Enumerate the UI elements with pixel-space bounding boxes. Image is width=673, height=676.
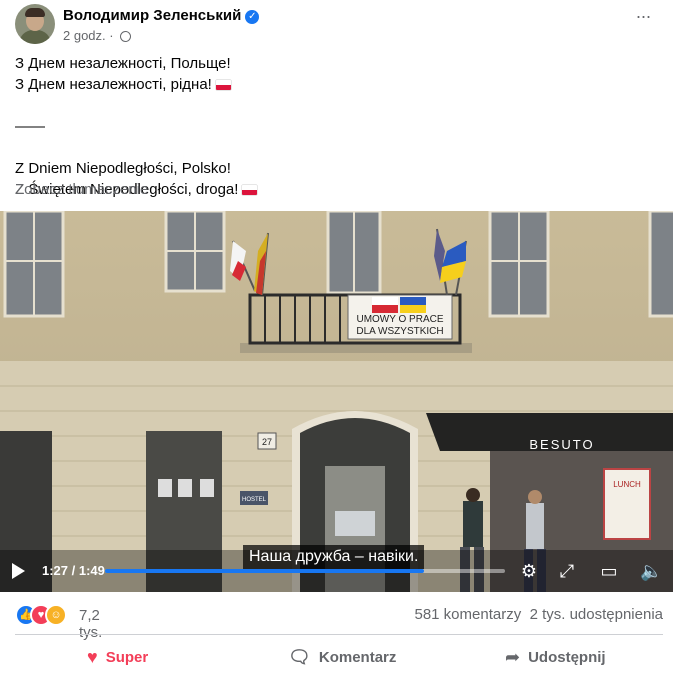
menu-board: LUNCH <box>613 480 641 489</box>
video-player[interactable]: UMOWY O PRACE DLA WSZYSTKICH 27 HOSTEL B… <box>0 211 673 592</box>
hostel-sign: HOSTEL <box>242 497 267 503</box>
video-time: 1:27 / 1:49 <box>42 563 105 578</box>
video-progress-bar[interactable] <box>105 569 505 573</box>
comments-shares: 581 komentarzy 2 tys. udostępnienia <box>414 606 663 623</box>
shop-sign: BESUTO <box>529 437 594 452</box>
share-icon: ➦ <box>505 647 521 667</box>
miniplayer-icon[interactable]: ▭ <box>598 560 620 582</box>
react-button[interactable]: ♥ Super <box>87 641 148 673</box>
house-number: 27 <box>262 437 272 447</box>
post-line: —— <box>15 118 45 135</box>
banner-line-1: UMOWY O PRACE <box>356 314 443 325</box>
more-options-button[interactable]: ··· <box>633 7 653 32</box>
video-frame: UMOWY O PRACE DLA WSZYSTKICH 27 HOSTEL B… <box>0 211 673 592</box>
care-reaction-icon: ☺ <box>45 604 67 626</box>
post-actions: ♥ Super 🗨 Komentarz ➦ Udostępnij <box>15 641 663 673</box>
author-avatar[interactable] <box>15 4 55 44</box>
post-text: З Днем незалежності, Польще! З Днем неза… <box>15 53 655 200</box>
volume-icon[interactable]: 🔈 <box>640 560 662 582</box>
author-name-row: Володимир Зеленський ✓ <box>63 7 260 24</box>
comments-count[interactable]: 581 komentarzy <box>414 606 521 623</box>
play-icon[interactable] <box>12 563 25 579</box>
post-line <box>15 95 655 116</box>
post-line: З Днем незалежності, Польще! <box>15 55 231 72</box>
see-translation-link[interactable]: Zobacz tłumaczenie <box>15 181 148 198</box>
author-name[interactable]: Володимир Зеленський <box>63 7 241 24</box>
post-line <box>15 137 655 158</box>
post-line: З Днем незалежності, рідна! <box>15 74 655 95</box>
heart-icon: ♥ <box>87 647 98 667</box>
post-header: Володимир Зеленський ✓ 2 godz. · ··· <box>15 4 665 48</box>
post-time[interactable]: 2 godz. <box>63 28 106 43</box>
fullscreen-icon[interactable]: ⤢ <box>556 560 578 582</box>
video-controls: 1:27 / 1:49 ⚙ ⤢ ▭ 🔈 <box>0 550 673 592</box>
share-button[interactable]: ➦ Udostępnij <box>505 641 606 673</box>
settings-gear-icon[interactable]: ⚙ <box>518 560 540 582</box>
post-line: Z Dniem Niepodległości, Polsko! <box>15 160 231 177</box>
comment-icon: 🗨 <box>288 647 311 667</box>
banner-line-2: DLA WSZYSTKICH <box>356 326 443 337</box>
post-meta: 2 godz. · <box>63 28 132 43</box>
engagement-stats: 👍 ♥ ☺ 7,2 tys. 581 komentarzy 2 tys. udo… <box>15 603 663 641</box>
video-progress-fill <box>105 569 425 573</box>
globe-icon[interactable] <box>120 31 132 42</box>
verified-badge-icon: ✓ <box>245 10 260 24</box>
comment-button[interactable]: 🗨 Komentarz <box>288 641 396 673</box>
divider <box>15 634 663 635</box>
shares-count[interactable]: 2 tys. udostępnienia <box>530 606 663 623</box>
polish-flag-icon <box>215 80 231 90</box>
reactions-count[interactable]: 7,2 tys. <box>79 607 102 641</box>
polish-flag-icon <box>242 185 258 195</box>
